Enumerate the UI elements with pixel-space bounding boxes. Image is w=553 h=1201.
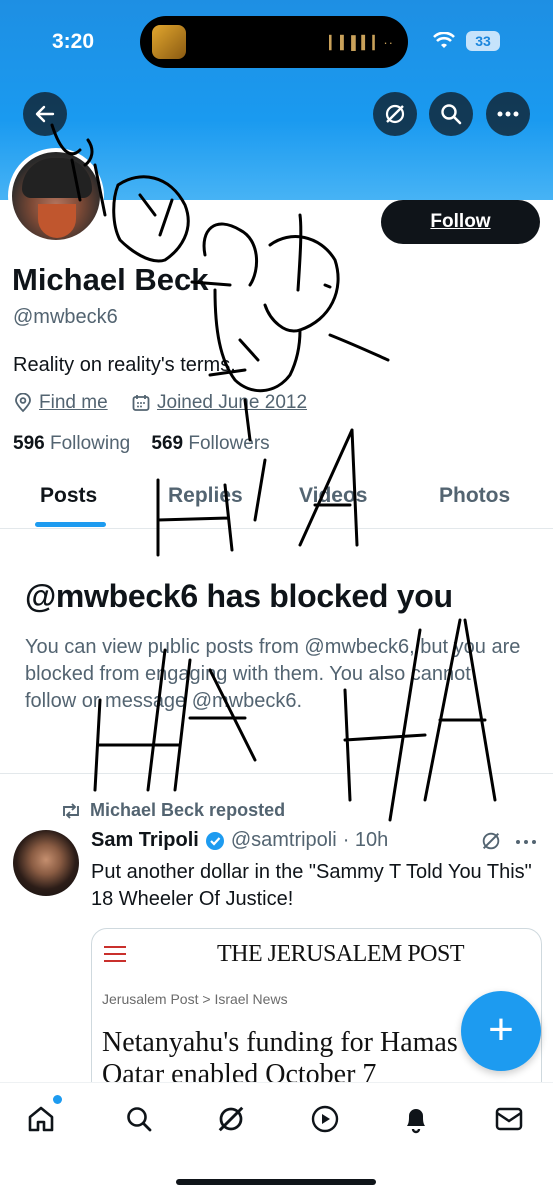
repost-indicator: Michael Beck reposted bbox=[60, 800, 285, 821]
status-time: 3:20 bbox=[52, 30, 95, 53]
follow-button[interactable]: Follow bbox=[381, 200, 540, 244]
post-author-handle[interactable]: @samtripoli bbox=[231, 829, 337, 852]
joined-text: Joined June 2012 bbox=[157, 392, 308, 413]
profile-location[interactable]: Find me bbox=[13, 392, 108, 414]
nav-home[interactable] bbox=[23, 1101, 59, 1137]
post-author-name[interactable]: Sam Tripoli bbox=[91, 829, 199, 852]
post-more-icon[interactable] bbox=[515, 839, 537, 845]
arrow-left-icon bbox=[35, 105, 55, 123]
active-tab-indicator bbox=[35, 522, 106, 527]
nav-grok[interactable] bbox=[213, 1101, 249, 1137]
messages-icon bbox=[495, 1107, 523, 1131]
publication-logo: THE JERUSALEM POST bbox=[217, 941, 465, 967]
profile-name: Michael Beck bbox=[12, 262, 209, 297]
post-header: Sam Tripoli @samtripoli · 10h bbox=[91, 829, 388, 852]
audio-wave-icon: ▎▍▌▍▎·· bbox=[329, 35, 394, 50]
notifications-icon bbox=[407, 1109, 425, 1134]
article-breadcrumb: Jerusalem Post > Israel News bbox=[102, 991, 288, 1007]
grok-button[interactable] bbox=[373, 92, 417, 136]
search-button[interactable] bbox=[429, 92, 473, 136]
followers-count: 569 bbox=[151, 433, 184, 454]
home-icon bbox=[28, 1106, 54, 1132]
profile-joined: Joined June 2012 bbox=[131, 392, 307, 414]
avatar-beard bbox=[38, 204, 76, 238]
nav-video[interactable] bbox=[307, 1101, 343, 1137]
profile-tabs: Posts Replies Videos Photos bbox=[0, 470, 553, 529]
grok-icon[interactable] bbox=[480, 830, 502, 852]
post-author-avatar[interactable] bbox=[13, 830, 79, 896]
home-indicator bbox=[176, 1179, 376, 1185]
menu-icon bbox=[104, 941, 126, 967]
profile-avatar[interactable] bbox=[8, 148, 104, 244]
following-link[interactable]: 596 Following bbox=[13, 433, 130, 454]
more-button[interactable] bbox=[486, 92, 530, 136]
verified-badge-icon bbox=[205, 831, 224, 850]
status-bar: 3:20 ▎▍▌▍▎·· 33 bbox=[0, 0, 553, 80]
nav-messages[interactable] bbox=[491, 1101, 527, 1137]
more-icon bbox=[497, 111, 519, 117]
notification-dot bbox=[53, 1095, 62, 1104]
tab-photos[interactable]: Photos bbox=[439, 484, 510, 508]
grok-icon bbox=[218, 1106, 244, 1132]
calendar-icon bbox=[132, 395, 150, 411]
following-label: Following bbox=[49, 433, 131, 454]
tab-videos[interactable]: Videos bbox=[299, 484, 367, 508]
repost-label: Michael Beck reposted bbox=[90, 800, 286, 820]
grok-icon bbox=[385, 104, 405, 124]
battery-indicator: 33 bbox=[466, 31, 500, 51]
now-playing-thumbnail bbox=[152, 25, 186, 59]
blocked-description: You can view public posts from @mwbeck6,… bbox=[25, 636, 521, 712]
video-icon bbox=[311, 1105, 339, 1133]
divider bbox=[0, 773, 553, 774]
following-count: 596 bbox=[13, 433, 45, 454]
repost-icon bbox=[63, 802, 79, 819]
profile-bio: Reality on reality's terms. bbox=[13, 354, 236, 376]
location-text[interactable]: Find me bbox=[39, 392, 108, 414]
profile-handle: @mwbeck6 bbox=[13, 306, 118, 328]
nav-search[interactable] bbox=[121, 1101, 157, 1137]
tab-replies[interactable]: Replies bbox=[168, 484, 243, 508]
followers-link[interactable]: 569 Followers bbox=[151, 433, 269, 454]
post-time: · 10h bbox=[342, 829, 389, 851]
blocked-title: @mwbeck6 has blocked you bbox=[25, 578, 453, 614]
back-button[interactable] bbox=[23, 92, 67, 136]
wifi-icon bbox=[433, 32, 455, 48]
nav-notifications[interactable] bbox=[398, 1101, 434, 1137]
tab-posts[interactable]: Posts bbox=[40, 484, 97, 508]
compose-button[interactable]: + bbox=[461, 991, 541, 1071]
avatar-hat bbox=[22, 158, 92, 198]
search-icon bbox=[441, 104, 462, 125]
followers-label: Followers bbox=[188, 433, 270, 454]
location-pin-icon bbox=[15, 393, 31, 413]
search-icon bbox=[127, 1107, 152, 1132]
profile-counts: 596 Following 569 Followers bbox=[13, 433, 270, 455]
dynamic-island: ▎▍▌▍▎·· bbox=[140, 16, 408, 68]
post-text: Put another dollar in the "Sammy T Told … bbox=[91, 861, 532, 910]
